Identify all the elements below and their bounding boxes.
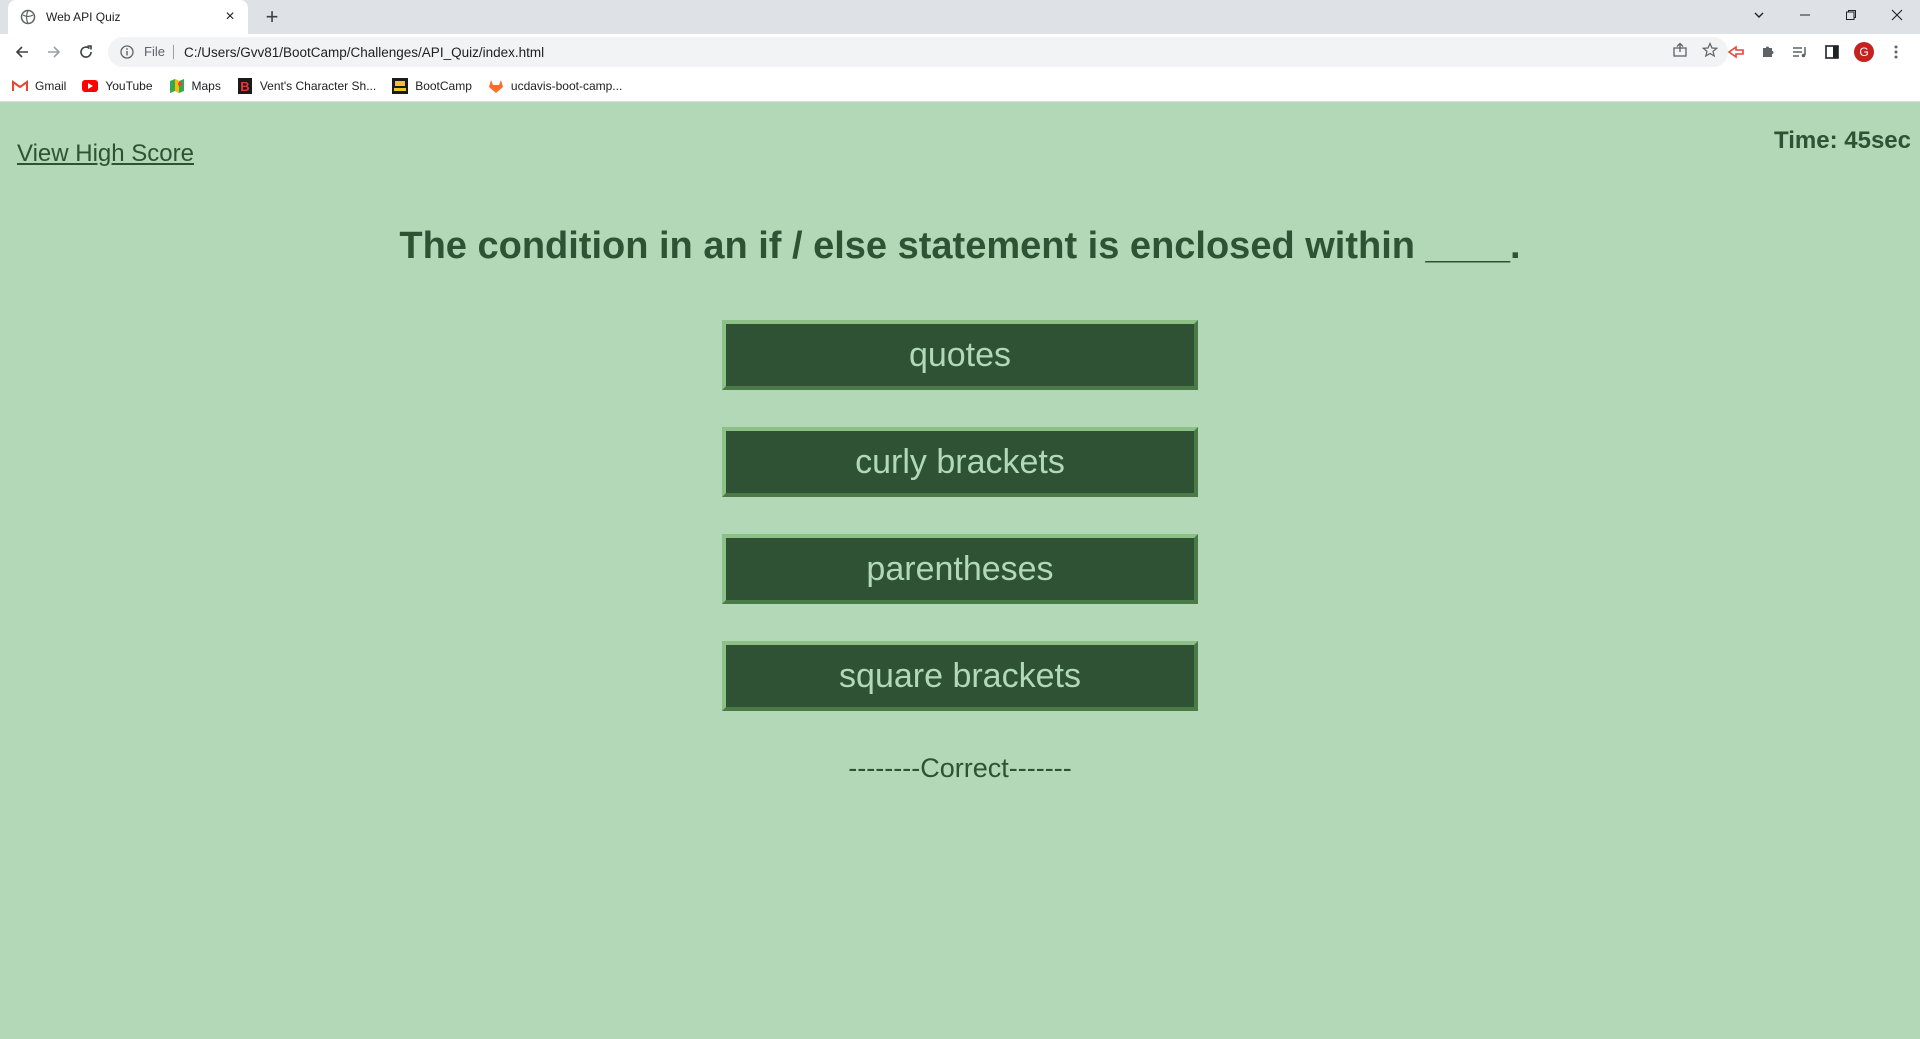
bookmark-bootcamp[interactable]: BootCamp: [392, 77, 472, 94]
protocol-label: File: [144, 45, 174, 59]
timer-display: Time: 45sec: [1774, 127, 1911, 154]
share-icon[interactable]: [1672, 42, 1688, 63]
window-close-icon[interactable]: [1874, 0, 1920, 30]
side-panel-icon[interactable]: [1820, 40, 1844, 64]
bookmark-label: Vent's Character Sh...: [259, 78, 377, 93]
svg-text:G: G: [1859, 45, 1868, 59]
bookmark-label: ucdavis-boot-camp...: [510, 78, 623, 93]
close-tab-icon[interactable]: ×: [222, 8, 238, 25]
bookmark-star-icon[interactable]: [1701, 41, 1719, 63]
quiz-page: View High Score Time: 45sec The conditio…: [0, 103, 1920, 1039]
question-text: The condition in an if / else statement …: [399, 225, 1521, 267]
tab-title: Web API Quiz: [46, 10, 121, 24]
address-bar[interactable]: File C:/Users/Gvv81/BootCamp/Challenges/…: [108, 37, 1728, 67]
view-high-score-link[interactable]: View High Score: [17, 140, 194, 168]
extension-red-icon[interactable]: [1724, 40, 1748, 64]
ucb-icon: [392, 77, 409, 94]
gitlab-icon: [488, 78, 504, 94]
restore-icon[interactable]: [1828, 0, 1874, 30]
youtube-icon: [82, 78, 99, 94]
choice-button-square-brackets[interactable]: square brackets: [722, 641, 1198, 711]
reload-icon[interactable]: [70, 36, 102, 68]
answer-feedback: --------Correct-------: [848, 753, 1072, 783]
media-queue-icon[interactable]: [1788, 40, 1812, 64]
new-tab-button[interactable]: +: [260, 4, 284, 29]
bookmark-label: Gmail: [35, 78, 67, 93]
bookmark-ucdavis-boot-camp[interactable]: ucdavis-boot-camp...: [488, 78, 622, 94]
bookmark-vents-character-sheet[interactable]: B Vent's Character Sh...: [237, 77, 377, 94]
bookmark-youtube[interactable]: YouTube: [82, 78, 153, 94]
forward-icon[interactable]: [38, 36, 70, 68]
bookmark-maps[interactable]: Maps: [169, 78, 221, 94]
bookmark-label: YouTube: [105, 78, 153, 93]
answer-choices: quotes curly brackets parentheses square…: [722, 320, 1198, 748]
bookmark-gmail[interactable]: Gmail: [12, 78, 66, 94]
profile-avatar[interactable]: G: [1852, 40, 1876, 64]
info-icon[interactable]: [120, 44, 136, 60]
maps-icon: [169, 78, 185, 94]
browser-tab-strip: Web API Quiz × +: [0, 0, 1920, 34]
puzzle-icon[interactable]: [1756, 40, 1780, 64]
b-icon: B: [237, 77, 253, 94]
menu-kebab-icon[interactable]: [1884, 40, 1908, 64]
browser-tab[interactable]: Web API Quiz ×: [8, 0, 248, 34]
minimize-icon[interactable]: [1782, 0, 1828, 30]
browser-toolbar: File C:/Users/Gvv81/BootCamp/Challenges/…: [0, 34, 1920, 70]
bookmark-label: Maps: [191, 78, 221, 93]
svg-text:B: B: [240, 79, 249, 94]
choice-button-curly-brackets[interactable]: curly brackets: [722, 427, 1198, 497]
globe-icon: [20, 9, 36, 25]
gmail-icon: [12, 78, 28, 94]
url-text[interactable]: C:/Users/Gvv81/BootCamp/Challenges/API_Q…: [184, 45, 544, 60]
tab-search-icon[interactable]: [1736, 0, 1782, 30]
back-icon[interactable]: [6, 36, 38, 68]
bookmark-label: BootCamp: [415, 78, 472, 93]
bookmarks-bar: Gmail YouTube Maps B Vent's Character Sh…: [0, 70, 1920, 102]
choice-button-parentheses[interactable]: parentheses: [722, 534, 1198, 604]
choice-button-quotes[interactable]: quotes: [722, 320, 1198, 390]
